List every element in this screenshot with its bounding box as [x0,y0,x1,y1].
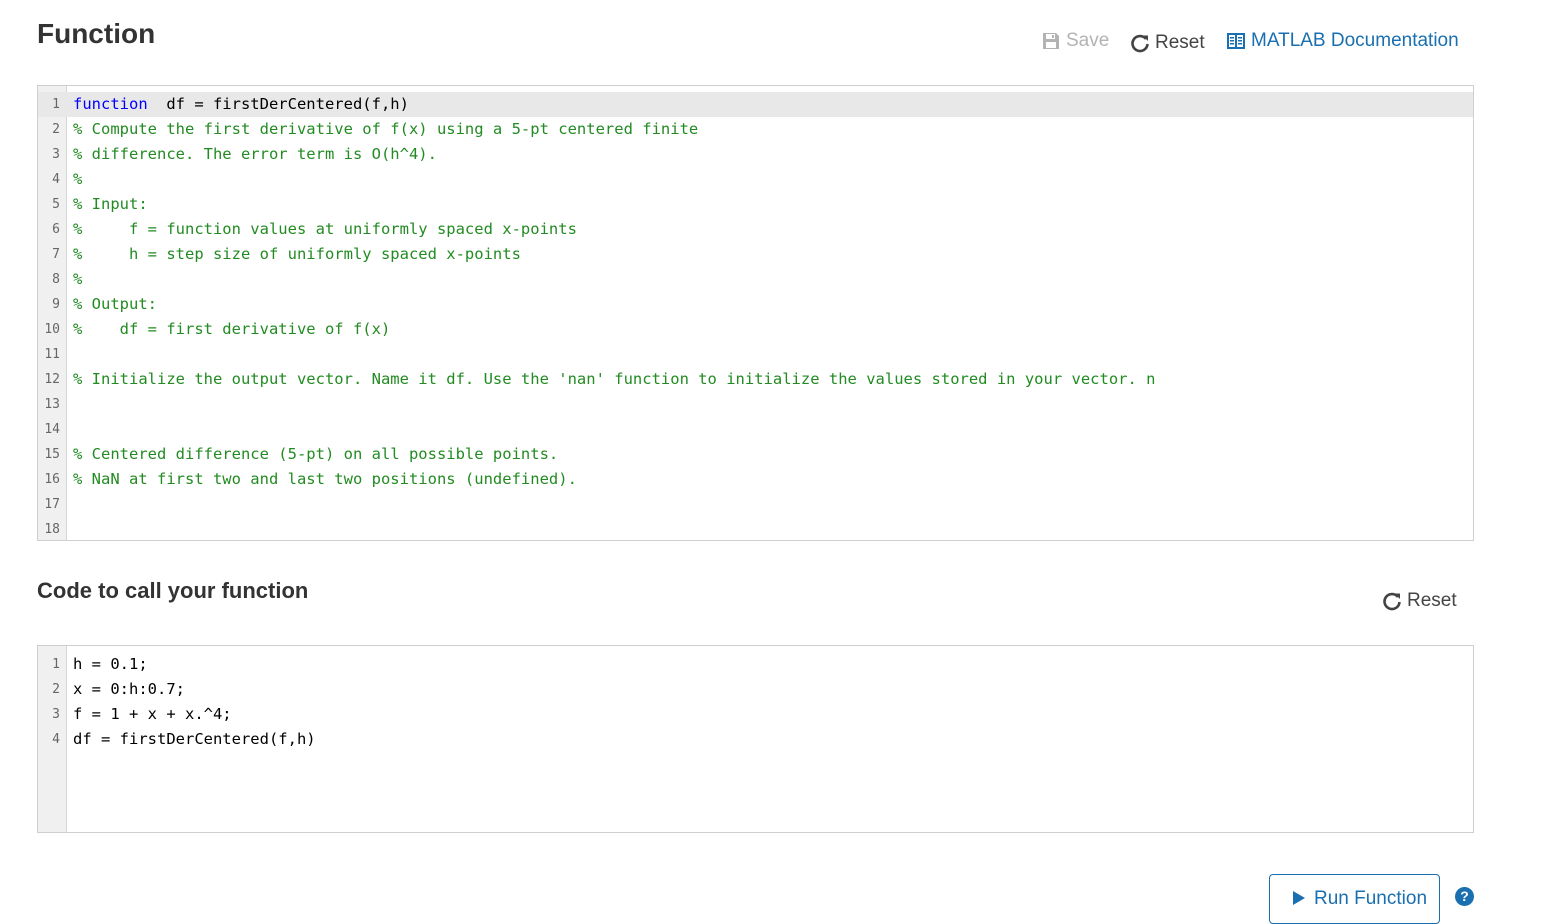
code-text: % Compute the first derivative of f(x) u… [73,120,699,138]
reset-label: Reset [1155,32,1205,53]
line-number: 4 [52,172,60,187]
code-line[interactable]: 3 f = 1 + x + x.^4; [38,702,1473,727]
code-line[interactable]: 5 % Input: [38,192,1473,217]
code-line[interactable]: 1 h = 0.1; [38,652,1473,677]
question-circle-icon[interactable]: ? [1455,887,1474,906]
code-text: f = 1 + x + x.^4; [73,705,232,723]
code-line[interactable]: 9 % Output: [38,292,1473,317]
code-line[interactable]: 6 % f = function values at uniformly spac… [38,217,1473,242]
code-line[interactable]: 2 x = 0:h:0.7; [38,677,1473,702]
run-function-label: Run Function [1314,888,1428,909]
code-line[interactable]: 15 % Centered difference (5-pt) on all po… [38,442,1473,467]
documentation-label: MATLAB Documentation [1251,30,1459,51]
code-line[interactable]: 13 [38,392,1473,417]
reset-call-button[interactable]: Reset [1382,590,1457,612]
line-number: 6 [52,222,60,237]
line-number: 1 [52,97,60,112]
code-text: % [73,270,83,288]
save-label: Save [1066,30,1110,51]
line-number: 4 [52,732,60,747]
code-text: % h = step size of uniformly spaced x-po… [73,245,521,263]
refresh-icon [1130,33,1150,53]
line-number: 7 [52,247,60,262]
line-number: 12 [44,372,60,387]
code-text: % NaN at first two and last two position… [73,470,577,488]
save-button[interactable]: Save [1041,30,1109,52]
line-number: 14 [44,422,60,437]
line-number: 16 [44,472,60,487]
reset-button[interactable]: Reset [1130,32,1205,54]
line-number: 2 [52,122,60,137]
matlab-documentation-link[interactable]: MATLAB Documentation [1226,30,1459,52]
line-number: 18 [44,522,60,537]
line-number: 8 [52,272,60,287]
code-text: % Initialize the output vector. Name it … [73,370,1156,388]
line-number: 3 [52,147,60,162]
code-text: % [73,170,83,188]
code-line[interactable]: 7 % h = step size of uniformly spaced x-p… [38,242,1473,267]
code-text: % df = first derivative of f(x) [73,320,391,338]
line-number: 15 [44,447,60,462]
line-number: 10 [44,322,60,337]
code-line[interactable]: 17 [38,492,1473,517]
call-section-title: Code to call your function [37,578,309,603]
code-line[interactable]: 14 [38,417,1473,442]
line-number: 1 [52,657,60,672]
line-number: 3 [52,707,60,722]
line-number: 9 [52,297,60,312]
line-number: 11 [44,347,60,362]
code-line[interactable]: 4% [38,167,1473,192]
code-text: x = 0:h:0.7; [73,680,185,698]
code-text: h = 0.1; [73,655,148,673]
code-line[interactable]: 1 function df = firstDerCentered(f,h) [38,92,1473,117]
code-rest: df = firstDerCentered(f,h) [147,95,409,113]
code-keyword: function [73,95,148,113]
function-code-lines: 1 function df = firstDerCentered(f,h) 2 % C… [38,92,1473,540]
floppy-disk-icon [1041,31,1061,51]
book-icon [1226,32,1246,50]
function-code-editor[interactable]: 1 function df = firstDerCentered(f,h) 2 % C… [37,85,1474,541]
code-text: df = firstDerCentered(f,h) [73,730,316,748]
code-line[interactable]: 18 [38,517,1473,540]
line-number: 13 [44,397,60,412]
function-section-title: Function [37,18,156,49]
code-text: % Centered difference (5-pt) on all poss… [73,445,559,463]
code-line[interactable]: 3 % difference. The error term is O(h^4). [38,142,1473,167]
code-line[interactable]: 2 % Compute the first derivative of f(x) … [38,117,1473,142]
line-number: 5 [52,197,60,212]
refresh-icon [1382,591,1402,611]
code-line[interactable]: 10 % df = first derivative of f(x) [38,317,1473,342]
code-text: % Input: [73,195,148,213]
code-text: % difference. The error term is O(h^4). [73,145,437,163]
code-line[interactable]: 11 [38,342,1473,367]
code-text: function df = firstDerCentered(f,h) [73,92,409,117]
line-number: 17 [44,497,60,512]
code-line[interactable]: 4 df = firstDerCentered(f,h) [38,727,1473,752]
call-code-editor[interactable]: 1 h = 0.1; 2 x = 0:h:0.7; 3 f = 1 + x + x.^4;… [37,645,1474,833]
code-line[interactable]: 12 % Initialize the output vector. Name i… [38,367,1473,392]
call-code-lines: 1 h = 0.1; 2 x = 0:h:0.7; 3 f = 1 + x + x.^4;… [38,652,1473,752]
code-text: % f = function values at uniformly space… [73,220,577,238]
reset-call-label: Reset [1407,590,1457,611]
line-number: 2 [52,682,60,697]
play-icon [1292,890,1306,906]
code-line[interactable]: 16 % NaN at first two and last two positi… [38,467,1473,492]
run-function-button[interactable]: Run Function [1269,874,1440,924]
code-text: % Output: [73,295,157,313]
code-line[interactable]: 8% [38,267,1473,292]
